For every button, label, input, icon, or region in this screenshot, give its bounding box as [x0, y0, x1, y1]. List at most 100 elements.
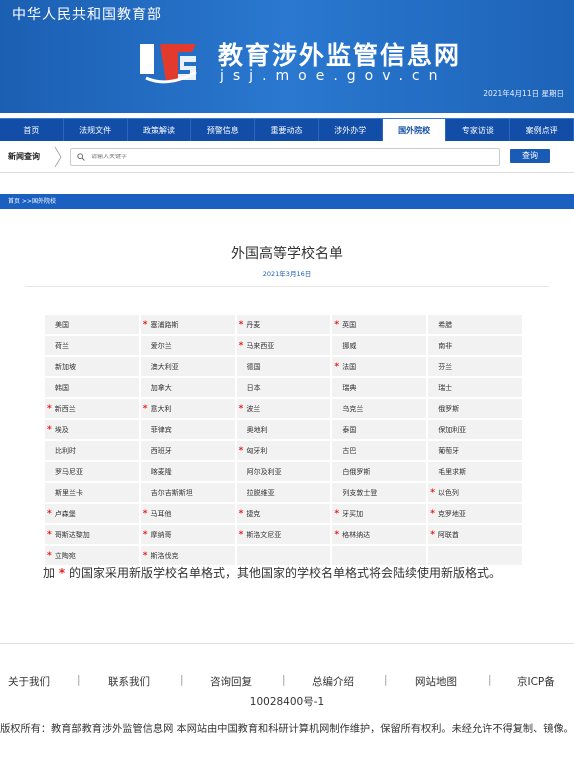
search-button[interactable]: 查询 [510, 149, 550, 163]
country-cell[interactable]: 喀麦隆 [138, 460, 237, 483]
nav-item-4[interactable]: 重要动态 [255, 119, 319, 141]
country-cell[interactable]: 丹麦 [234, 313, 333, 336]
country-cell[interactable]: 摩纳哥 [138, 523, 237, 546]
country-cell[interactable]: 芬兰 [426, 355, 524, 378]
country-cell[interactable]: 南非 [426, 334, 524, 357]
country-cell[interactable]: 斯洛文尼亚 [234, 523, 333, 546]
country-cell[interactable]: 加拿大 [138, 376, 237, 399]
search-field[interactable] [70, 147, 500, 166]
country-cell[interactable]: 捷克 [234, 502, 333, 525]
main-nav: 首页 法规文件 政策解读 预警信息 重要动态 涉外办学 国外院校 专家访谈 案例点评 [0, 118, 574, 141]
country-cell[interactable]: 德国 [234, 355, 333, 378]
nav-item-8[interactable]: 案例点评 [510, 119, 574, 141]
country-cell[interactable]: 格林纳达 [330, 523, 429, 546]
table-row: 哥斯达黎加摩纳哥斯洛文尼亚格林纳达阿联酋 [43, 523, 524, 546]
country-cell[interactable]: 马耳他 [138, 502, 237, 525]
country-cell[interactable]: 阿联酋 [426, 523, 524, 546]
country-cell[interactable]: 澳大利亚 [138, 355, 237, 378]
country-cell[interactable]: 吉尔吉斯斯坦 [138, 481, 237, 504]
country-cell[interactable]: 泰国 [330, 418, 429, 441]
country-cell[interactable]: 英国 [330, 313, 429, 336]
country-cell[interactable]: 马来西亚 [234, 334, 333, 357]
footer-link-editor[interactable]: 总编介绍 [312, 674, 354, 689]
country-cell[interactable]: 毛里求斯 [426, 460, 524, 483]
country-cell[interactable]: 韩国 [43, 376, 141, 399]
table-row: 罗马尼亚 喀麦隆 阿尔及利亚 白俄罗斯 毛里求斯 [43, 460, 524, 483]
country-cell[interactable]: 新西兰 [43, 397, 141, 420]
country-cell[interactable]: 牙买加 [330, 502, 429, 525]
footer-copyright: 版权所有：教育部教育涉外监管信息网 本网站由中国教育和科研计算机网制作维护，保留… [0, 724, 574, 735]
footer-icp-number: 10028400号-1 [249, 696, 325, 708]
country-cell[interactable]: 保加利亚 [426, 418, 524, 441]
chevron-right-icon [54, 146, 62, 167]
country-cell[interactable]: 哥斯达黎加 [43, 523, 141, 546]
country-cell[interactable]: 白俄罗斯 [330, 460, 429, 483]
nav-item-5[interactable]: 涉外办学 [319, 119, 383, 141]
country-cell[interactable]: 埃及 [43, 418, 141, 441]
table-row: 埃及菲律宾奥地利泰国保加利亚 [43, 418, 524, 441]
country-cell[interactable]: 瑞士 [426, 376, 524, 399]
country-cell[interactable]: 乌克兰 [330, 397, 429, 420]
search-label: 新闻查询 [8, 152, 40, 161]
note-prefix: 加 [43, 566, 56, 580]
nav-item-1[interactable]: 法规文件 [64, 119, 128, 141]
country-cell[interactable]: 日本 [234, 376, 333, 399]
breadcrumb: 首页 >>国外院校 [0, 194, 574, 209]
country-cell[interactable]: 爱尔兰 [138, 334, 237, 357]
country-cell[interactable]: 挪威 [330, 334, 429, 357]
country-cell[interactable]: 菲律宾 [138, 418, 237, 441]
country-cell[interactable]: 以色列 [426, 481, 524, 504]
table-row: 美国塞浦路斯丹麦英国希腊 [43, 313, 524, 336]
country-cell[interactable]: 克罗地亚 [426, 502, 524, 525]
country-cell[interactable]: 葡萄牙 [426, 439, 524, 462]
search-input[interactable] [91, 153, 499, 160]
country-cell[interactable]: 卢森堡 [43, 502, 141, 525]
footer-icp[interactable]: 京ICP备 [517, 674, 555, 689]
table-row: 比利时西班牙匈牙利古巴葡萄牙 [43, 439, 524, 462]
country-cell[interactable]: 俄罗斯 [426, 397, 524, 420]
country-cell[interactable]: 拉脱维亚 [234, 481, 333, 504]
note-star: * [58, 566, 66, 580]
country-cell[interactable]: 阿尔及利亚 [234, 460, 333, 483]
country-cell[interactable]: 奥地利 [234, 418, 333, 441]
country-cell[interactable]: 波兰 [234, 397, 333, 420]
table-row: 新西兰意大利波兰乌克兰俄罗斯 [43, 397, 524, 420]
current-date: 2021年4月11日 星期日 [483, 89, 564, 98]
country-cell[interactable]: 荷兰 [43, 334, 141, 357]
nav-item-2[interactable]: 政策解读 [128, 119, 192, 141]
footer-link-sitemap[interactable]: 网站地图 [415, 674, 457, 689]
footer-link-about[interactable]: 关于我们 [8, 674, 50, 689]
country-cell[interactable]: 意大利 [138, 397, 237, 420]
site-logo-icon [140, 44, 197, 84]
table-row: 卢森堡马耳他捷克牙买加克罗地亚 [43, 502, 524, 525]
note-text: 的国家采用新版学校名单格式，其他国家的学校名单格式将会陆续使用新版格式。 [68, 566, 501, 580]
footer-separator: | [180, 674, 184, 686]
site-banner: 中华人民共和国教育部 教育涉外监管信息网 jsj.moe.gov.cn 2021… [0, 0, 574, 113]
country-cell[interactable]: 匈牙利 [234, 439, 333, 462]
nav-item-3[interactable]: 预警信息 [191, 119, 256, 141]
country-cell[interactable]: 比利时 [43, 439, 141, 462]
format-note: 加 * 的国家采用新版学校名单格式，其他国家的学校名单格式将会陆续使用新版格式。 [43, 563, 533, 584]
nav-item-7[interactable]: 专家访谈 [446, 119, 511, 141]
country-cell[interactable]: 古巴 [330, 439, 429, 462]
footer-link-contact[interactable]: 联系我们 [108, 674, 150, 689]
country-cell[interactable]: 法国 [330, 355, 429, 378]
country-cell[interactable]: 列支敦士登 [330, 481, 429, 504]
table-row: 新加坡澳大利亚德国法国芬兰 [43, 355, 524, 378]
country-cell[interactable]: 罗马尼亚 [43, 460, 141, 483]
country-cell[interactable]: 斯里兰卡 [43, 481, 141, 504]
nav-item-6[interactable]: 国外院校 [382, 119, 447, 141]
ministry-name[interactable]: 中华人民共和国教育部 [12, 4, 162, 24]
country-cell[interactable]: 瑞典 [330, 376, 429, 399]
site-url: jsj.moe.gov.cn [220, 68, 447, 84]
country-cell[interactable]: 新加坡 [43, 355, 141, 378]
nav-item-0[interactable]: 首页 [0, 119, 64, 141]
country-cell[interactable]: 西班牙 [138, 439, 237, 462]
country-cell[interactable]: 塞浦路斯 [138, 313, 237, 336]
footer-link-consult[interactable]: 咨询回复 [210, 674, 252, 689]
country-cell[interactable]: 美国 [43, 313, 141, 336]
footer-separator: | [282, 674, 286, 686]
table-row: 斯里兰卡吉尔吉斯斯坦拉脱维亚列支敦士登以色列 [43, 481, 524, 504]
publish-date: 2021年3月16日 [262, 270, 312, 278]
country-cell[interactable]: 希腊 [426, 313, 524, 336]
